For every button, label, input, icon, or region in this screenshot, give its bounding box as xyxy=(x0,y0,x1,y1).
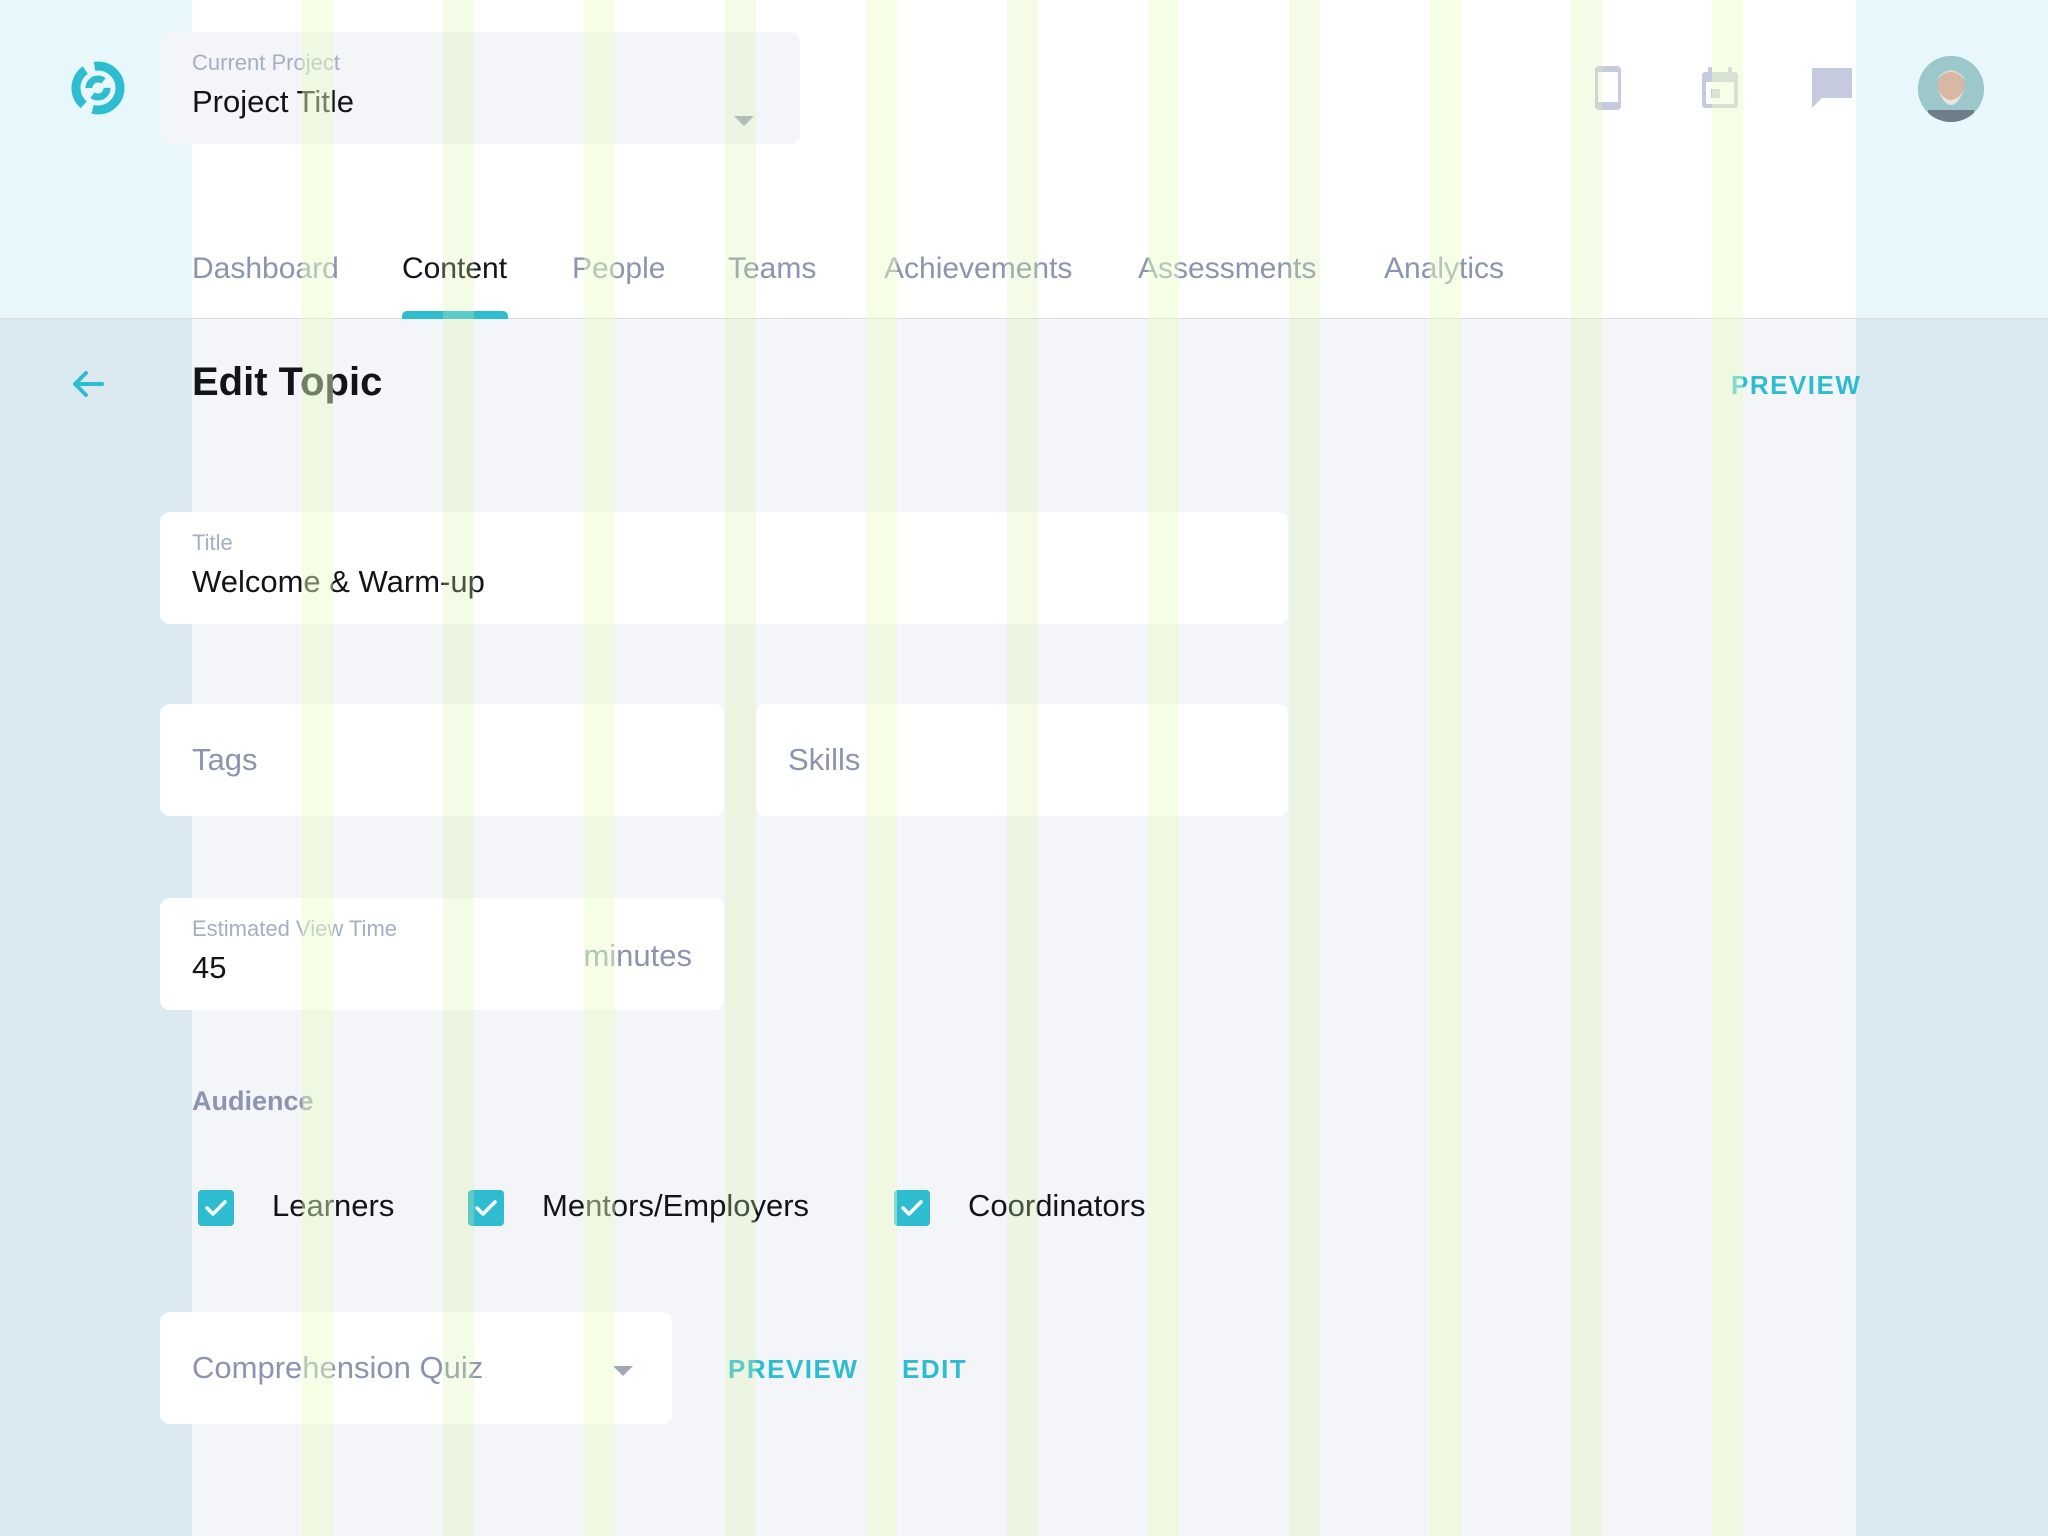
tab-assessments[interactable]: Assessments xyxy=(1138,252,1316,286)
checkmark-icon xyxy=(475,1200,497,1216)
tags-placeholder: Tags xyxy=(192,742,258,777)
chevron-down-icon xyxy=(613,1366,633,1376)
audience-label: Audience xyxy=(192,1086,314,1116)
quiz-select[interactable]: Comprehension Quiz xyxy=(160,1312,672,1424)
project-select-value: Project Title xyxy=(192,84,354,119)
quiz-preview-button[interactable]: PREVIEW xyxy=(728,1354,858,1385)
project-select-label: Current Project xyxy=(192,50,340,75)
quiz-edit-button[interactable]: EDIT xyxy=(902,1354,967,1385)
tab-achievements[interactable]: Achievements xyxy=(884,252,1072,286)
back-arrow-icon[interactable] xyxy=(68,364,108,404)
title-field-label: Title xyxy=(192,530,233,555)
view-time-suffix: minutes xyxy=(583,938,692,973)
tab-teams[interactable]: Teams xyxy=(728,252,816,286)
skills-placeholder: Skills xyxy=(788,742,861,777)
active-tab-indicator xyxy=(402,311,508,319)
header-side-panel-right xyxy=(1856,0,2048,318)
calendar-icon[interactable] xyxy=(1694,62,1746,114)
learners-checkbox[interactable] xyxy=(198,1190,234,1226)
project-select[interactable]: Current Project Project Title xyxy=(160,32,800,144)
header-divider xyxy=(0,318,2048,319)
checkmark-icon xyxy=(205,1200,227,1216)
checkmark-icon xyxy=(901,1200,923,1216)
view-time-value: 45 xyxy=(192,950,227,985)
tab-content[interactable]: Content xyxy=(402,252,507,286)
quiz-select-placeholder: Comprehension Quiz xyxy=(192,1350,484,1385)
user-avatar[interactable] xyxy=(1918,56,1984,122)
mentors-employers-label[interactable]: Mentors/Employers xyxy=(542,1188,809,1224)
skills-input[interactable]: Skills xyxy=(756,704,1288,816)
chat-icon[interactable] xyxy=(1806,62,1858,114)
view-time-field[interactable]: Estimated View Time 45 minutes xyxy=(160,898,724,1010)
swirl-logo-icon[interactable] xyxy=(68,58,128,118)
page-title: Edit Topic xyxy=(192,360,383,404)
coordinators-checkbox[interactable] xyxy=(894,1190,930,1226)
tab-people[interactable]: People xyxy=(572,252,665,286)
chevron-down-icon xyxy=(734,116,754,126)
learners-label[interactable]: Learners xyxy=(272,1188,394,1224)
view-time-label: Estimated View Time xyxy=(192,916,398,941)
title-field-value: Welcome & Warm-up xyxy=(192,564,485,599)
title-field[interactable]: Title Welcome & Warm-up xyxy=(160,512,1288,624)
tab-analytics[interactable]: Analytics xyxy=(1384,252,1504,286)
tags-input[interactable]: Tags xyxy=(160,704,724,816)
mentors-employers-checkbox[interactable] xyxy=(468,1190,504,1226)
coordinators-label[interactable]: Coordinators xyxy=(968,1188,1145,1224)
mobile-icon[interactable] xyxy=(1582,62,1634,114)
preview-button[interactable]: PREVIEW xyxy=(1731,370,1861,401)
tab-dashboard[interactable]: Dashboard xyxy=(192,252,339,286)
